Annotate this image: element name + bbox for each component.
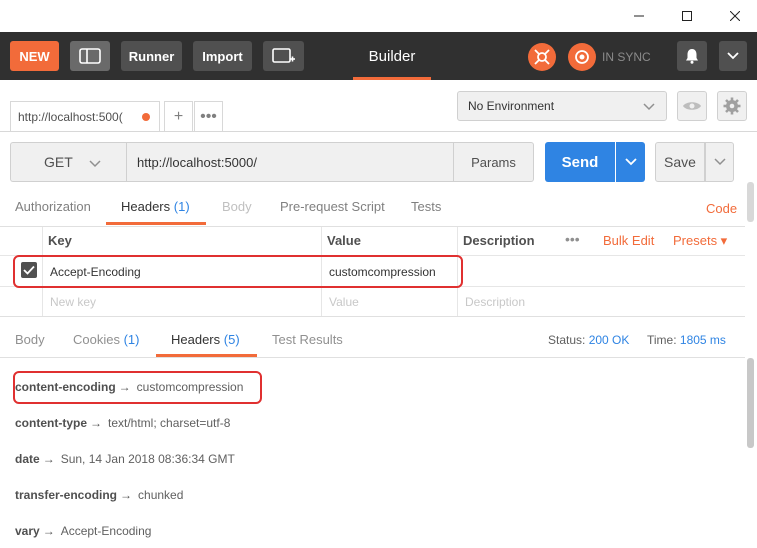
interceptor-icon[interactable] bbox=[528, 43, 556, 71]
tab-headers-label: Headers bbox=[121, 199, 171, 214]
method-value: GET bbox=[44, 154, 73, 170]
response-tab-headers-label: Headers bbox=[171, 332, 221, 347]
arrow-icon: → bbox=[42, 524, 55, 538]
response-header-row: transfer-encoding → chunked bbox=[15, 488, 183, 502]
send-options-button[interactable] bbox=[616, 142, 645, 182]
gear-icon bbox=[723, 97, 741, 115]
new-key-input[interactable]: New key bbox=[50, 295, 96, 309]
eye-icon bbox=[683, 102, 701, 110]
response-tab-cookies-count: (1) bbox=[123, 332, 140, 347]
scrollbar-thumb[interactable] bbox=[747, 182, 754, 222]
response-header-value: text/html; charset=utf-8 bbox=[108, 416, 231, 430]
sidebar-icon bbox=[79, 48, 101, 64]
url-input[interactable]: http://localhost:5000/ bbox=[126, 142, 454, 182]
response-header-row: date → Sun, 14 Jan 2018 08:36:34 GMT bbox=[15, 452, 235, 466]
response-header-key: date bbox=[15, 452, 40, 466]
params-button[interactable]: Params bbox=[454, 142, 534, 182]
tab-tests[interactable]: Tests bbox=[411, 199, 441, 214]
chevron-down-icon bbox=[713, 158, 726, 166]
sync-icon[interactable] bbox=[568, 43, 596, 71]
manage-environments-button[interactable] bbox=[717, 91, 747, 121]
tab-headers[interactable]: Headers (1) bbox=[121, 199, 190, 214]
close-icon[interactable] bbox=[712, 0, 757, 32]
environment-select[interactable]: No Environment bbox=[457, 91, 667, 121]
maximize-icon[interactable] bbox=[664, 0, 710, 32]
response-header-key: transfer-encoding bbox=[15, 488, 118, 502]
tab-body[interactable]: Body bbox=[222, 199, 252, 214]
response-header-row: vary → Accept-Encoding bbox=[15, 524, 151, 538]
save-options-button[interactable] bbox=[705, 142, 734, 182]
time-value: 1805 ms bbox=[679, 333, 726, 347]
save-button[interactable]: Save bbox=[655, 142, 705, 182]
minimize-icon[interactable] bbox=[616, 0, 662, 32]
new-window-icon bbox=[271, 48, 295, 63]
chevron-down-icon bbox=[89, 160, 101, 168]
response-tab-cookies-label: Cookies bbox=[73, 332, 120, 347]
tab-headers-count: (1) bbox=[173, 199, 190, 214]
response-header-key: content-type bbox=[15, 416, 87, 430]
sync-status-text: IN SYNC bbox=[602, 50, 651, 64]
bell-icon bbox=[686, 49, 698, 64]
chevron-down-icon bbox=[624, 158, 637, 166]
arrow-icon: → bbox=[90, 416, 102, 430]
status-value: 200 OK bbox=[588, 333, 630, 347]
highlight-box bbox=[13, 255, 463, 288]
arrow-icon: → bbox=[120, 488, 133, 502]
response-header-key: vary bbox=[15, 524, 40, 538]
plus-icon: + bbox=[173, 107, 184, 125]
method-select[interactable]: GET bbox=[10, 142, 126, 182]
tabs-divider bbox=[0, 131, 757, 132]
highlight-box bbox=[13, 371, 262, 404]
presets-dropdown[interactable]: Presets ▾ bbox=[673, 233, 727, 249]
import-button[interactable]: Import bbox=[193, 41, 252, 71]
request-tab[interactable]: http://localhost:500( bbox=[10, 101, 160, 131]
chevron-down-icon bbox=[643, 103, 655, 111]
new-description-input[interactable]: Description bbox=[465, 295, 525, 309]
top-toolbar: NEW Runner Import Builder IN SYNC bbox=[0, 32, 757, 80]
time-label: Time: bbox=[647, 333, 677, 347]
window-titlebar bbox=[0, 0, 757, 32]
more-menu-button[interactable] bbox=[719, 41, 747, 71]
add-tab-button[interactable]: + bbox=[164, 101, 193, 131]
column-options-icon[interactable]: ••• bbox=[565, 231, 580, 247]
response-status: Status: 200 OK bbox=[548, 333, 629, 347]
response-scrollbar[interactable] bbox=[747, 358, 754, 448]
code-link[interactable]: Code bbox=[706, 201, 737, 216]
new-window-button[interactable] bbox=[263, 41, 304, 71]
tab-builder[interactable]: Builder bbox=[353, 32, 431, 80]
response-tab-test-results[interactable]: Test Results bbox=[272, 332, 343, 347]
response-header-row: content-type → text/html; charset=utf-8 bbox=[15, 416, 230, 430]
request-tab-label: http://localhost:500( bbox=[18, 109, 123, 124]
environment-quick-look-button[interactable] bbox=[677, 91, 707, 121]
column-header-description: Description bbox=[463, 233, 535, 248]
response-tab-body[interactable]: Body bbox=[15, 332, 45, 347]
status-label: Status: bbox=[548, 333, 586, 347]
active-tab-indicator bbox=[156, 354, 257, 357]
response-time: Time: 1805 ms bbox=[647, 333, 726, 347]
environment-select-value: No Environment bbox=[468, 99, 555, 113]
notifications-button[interactable] bbox=[677, 41, 707, 71]
response-tab-headers-count: (5) bbox=[223, 332, 240, 347]
tab-authorization[interactable]: Authorization bbox=[15, 199, 91, 214]
toggle-sidebar-button[interactable] bbox=[70, 41, 110, 71]
arrow-icon: → bbox=[42, 452, 55, 466]
tab-pre-request-script[interactable]: Pre-request Script bbox=[280, 199, 385, 214]
send-button[interactable]: Send bbox=[545, 142, 615, 182]
active-tab-indicator bbox=[106, 222, 206, 225]
ellipsis-icon: ••• bbox=[200, 107, 217, 125]
column-header-value: Value bbox=[327, 233, 361, 248]
column-header-key: Key bbox=[48, 233, 72, 248]
response-header-value: Sun, 14 Jan 2018 08:36:34 GMT bbox=[60, 452, 235, 466]
response-tab-cookies[interactable]: Cookies (1) bbox=[73, 332, 139, 347]
chevron-down-icon bbox=[727, 52, 739, 60]
new-button[interactable]: NEW bbox=[10, 41, 59, 71]
tab-options-button[interactable]: ••• bbox=[194, 101, 223, 131]
new-value-input[interactable]: Value bbox=[329, 295, 359, 309]
runner-button[interactable]: Runner bbox=[121, 41, 182, 71]
response-header-value: Accept-Encoding bbox=[60, 524, 152, 538]
response-tab-headers[interactable]: Headers (5) bbox=[171, 332, 240, 347]
unsaved-dot-icon bbox=[142, 113, 150, 121]
bulk-edit-link[interactable]: Bulk Edit bbox=[603, 233, 654, 248]
response-header-value: chunked bbox=[138, 488, 184, 502]
